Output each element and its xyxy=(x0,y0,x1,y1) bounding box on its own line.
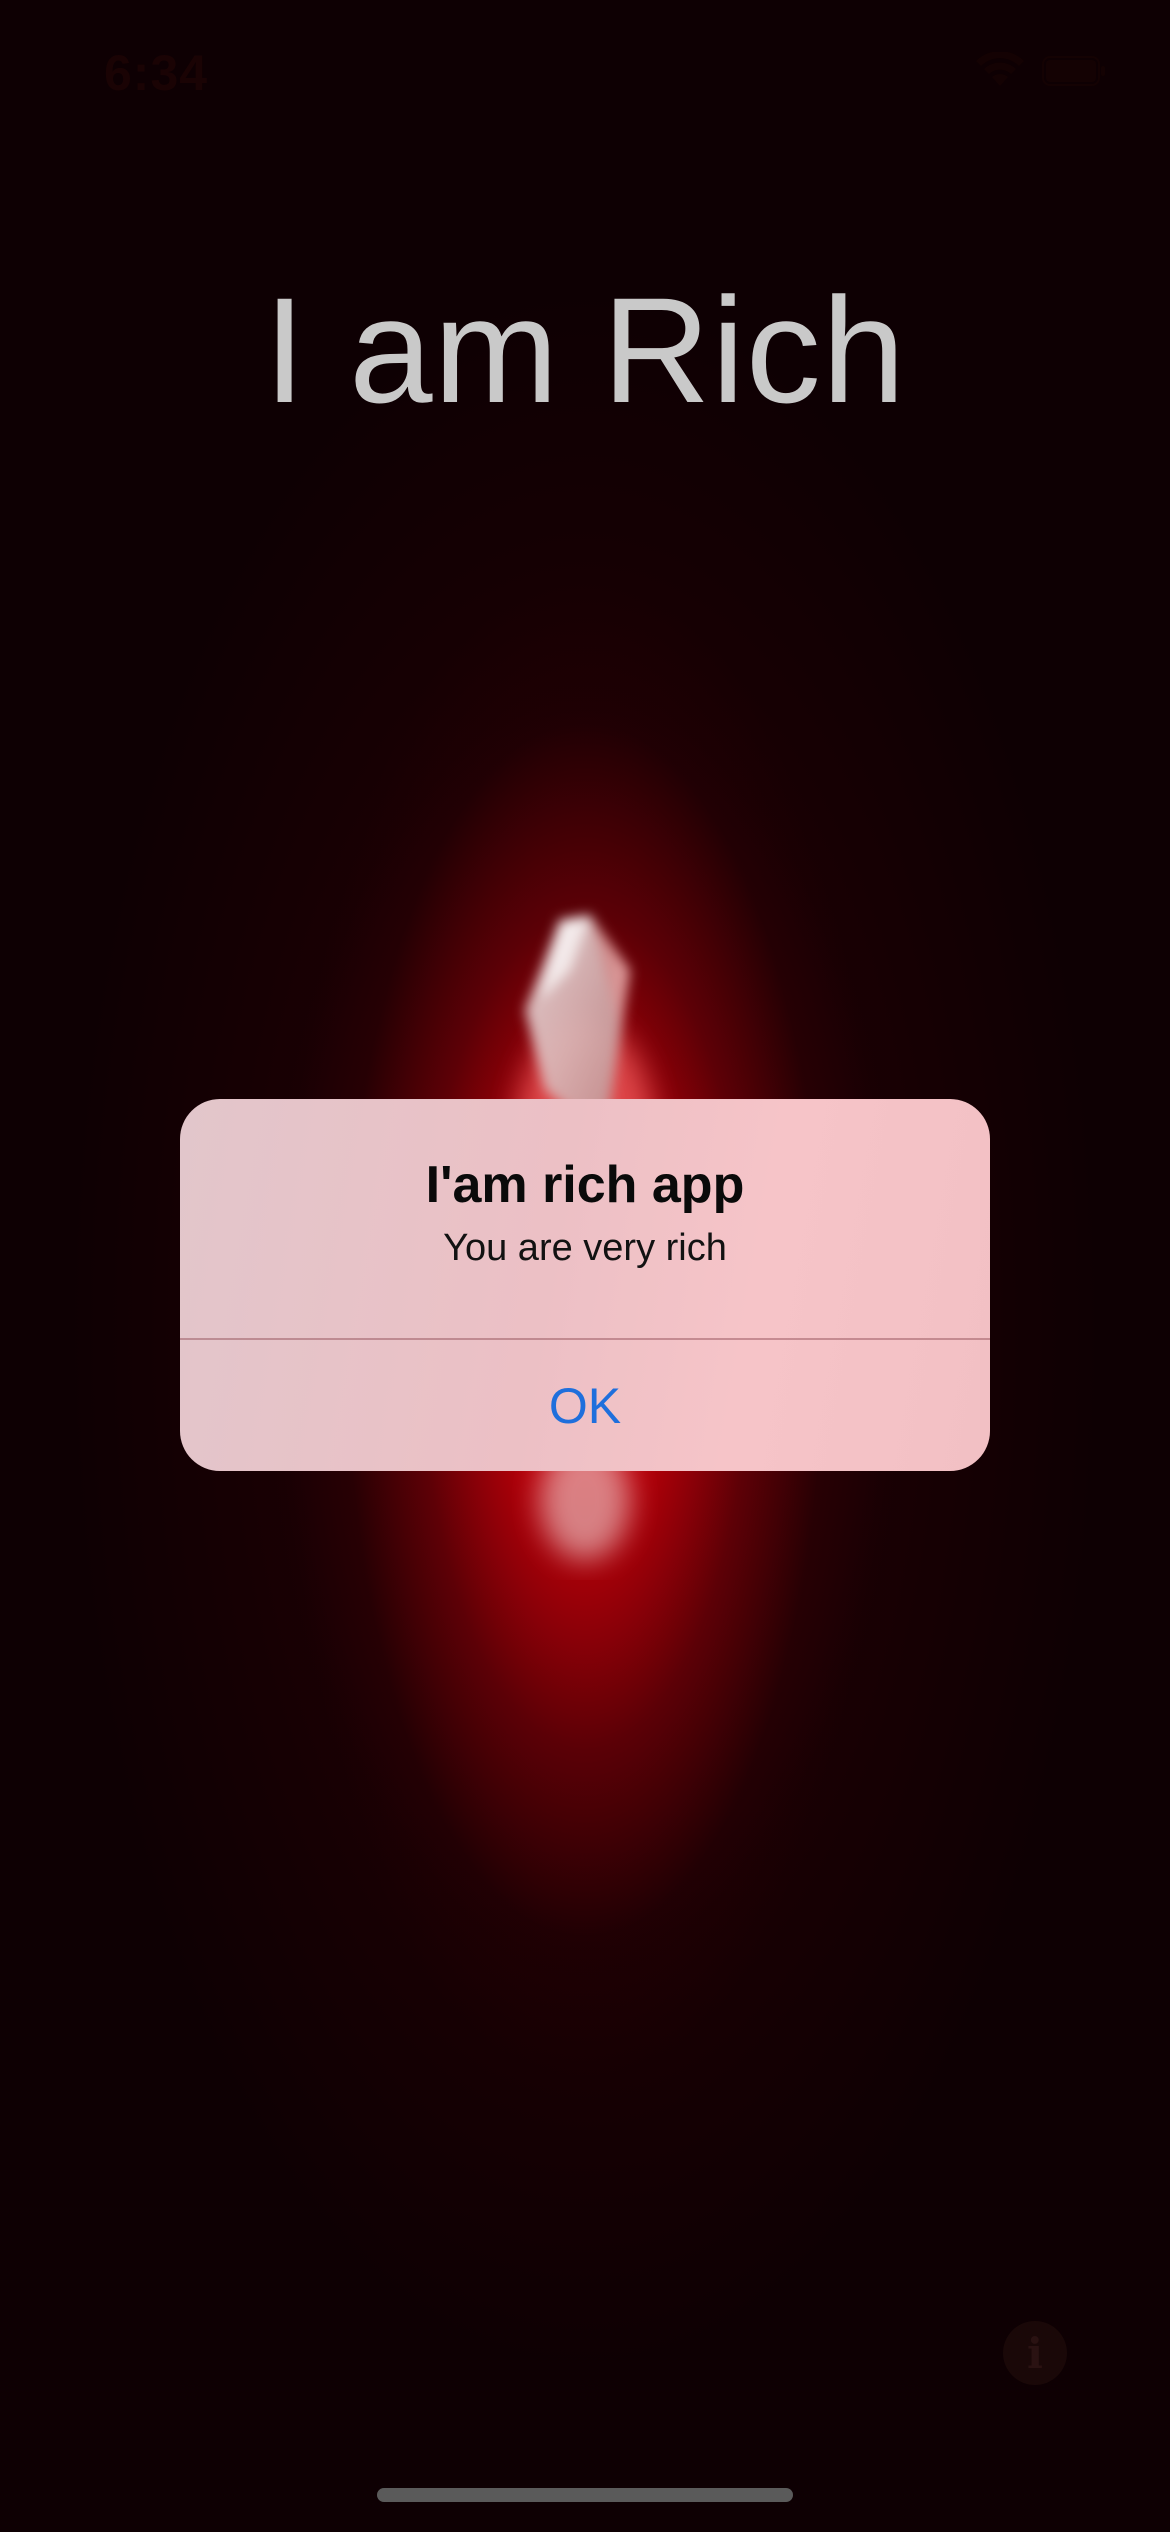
app-screen: 6:34 I am Rich I'am rich app You are ver… xyxy=(0,0,1170,2532)
info-icon[interactable]: i xyxy=(1003,2321,1067,2385)
home-indicator[interactable] xyxy=(377,2488,793,2502)
alert-title: I'am rich app xyxy=(425,1156,745,1214)
alert-body: I'am rich app You are very rich xyxy=(180,1099,990,1338)
alert-dialog: I'am rich app You are very rich OK xyxy=(180,1099,990,1471)
alert-message: You are very rich xyxy=(443,1227,727,1269)
ok-button[interactable]: OK xyxy=(180,1340,990,1471)
